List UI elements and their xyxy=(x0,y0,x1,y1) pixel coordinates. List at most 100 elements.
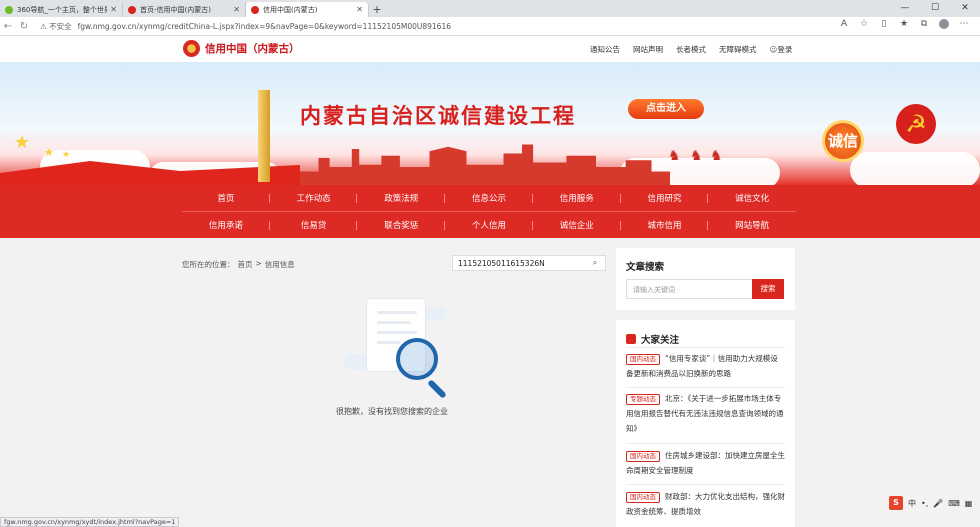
split-screen-icon[interactable]: ▯ xyxy=(878,19,890,32)
horse-icon: ♞ xyxy=(668,148,681,164)
status-bar-url: fgw.nmg.gov.cn/xynmg/xydt/index.jhtml?na… xyxy=(0,517,180,527)
back-arrow-icon[interactable]: ← xyxy=(0,21,16,32)
star-icon: ★ xyxy=(44,146,54,159)
integrity-seal: 诚信 xyxy=(822,120,864,162)
main-content: 您所在的位置： 首页 > 信用信息 11152105011615326N ⌕ 很… xyxy=(0,238,980,527)
profile-avatar[interactable] xyxy=(938,19,950,32)
nav-disclosure[interactable]: 信息公示 xyxy=(445,185,533,211)
new-tab-plus-icon[interactable]: + xyxy=(369,2,385,17)
breadcrumb-home[interactable]: 首页 xyxy=(238,259,253,270)
nav-joint-reward[interactable]: 联合奖惩 xyxy=(357,212,445,238)
enter-button[interactable]: 点击进入 xyxy=(628,99,704,119)
tab-title: 首页-信用中国(内蒙古) xyxy=(140,5,211,14)
nav-city-credit[interactable]: 城市信用 xyxy=(621,212,709,238)
breadcrumb: 您所在的位置： 首页 > 信用信息 xyxy=(182,259,295,270)
news-tag: 国内动态 xyxy=(626,492,660,503)
url-field[interactable]: ⚠ 不安全 fgw.nmg.gov.cn/xynmg/creditChina-L… xyxy=(40,21,451,32)
search-value: 11152105011615326N xyxy=(458,258,545,268)
hot-topics-title: 大家关注 xyxy=(626,332,679,346)
empty-state-illustration xyxy=(338,298,448,399)
favorites-icon[interactable]: ★ xyxy=(898,19,910,32)
browser-tab-bar: 360导航_一个主页，整个世界 ✕ 首页-信用中国(内蒙古) ✕ 信用中国(内蒙… xyxy=(0,0,980,17)
hot-topics-title-text: 大家关注 xyxy=(641,335,680,346)
nav-credit-service[interactable]: 信用服务 xyxy=(533,185,621,211)
divider xyxy=(626,443,785,444)
ime-menu-icon[interactable]: ▦ xyxy=(965,499,973,508)
logo-text: 信用中国（内蒙古） xyxy=(205,43,300,55)
nav-credit-loan[interactable]: 信易贷 xyxy=(270,212,358,238)
favorite-star-icon[interactable]: ☆ xyxy=(858,19,870,32)
news-item[interactable]: 国内动态 财政部：大力优化支出结构，强化财政资金统筹、提质增效 xyxy=(626,489,785,519)
keyboard-icon[interactable]: ⌨ xyxy=(948,499,960,508)
divider xyxy=(626,484,785,485)
tab-favicon-icon xyxy=(251,5,259,14)
nav-home[interactable]: 首页 xyxy=(182,185,270,211)
read-aloud-icon[interactable]: A xyxy=(838,19,850,32)
empty-message: 很抱歉，没有找到您搜索的企业 xyxy=(336,407,448,416)
more-menu-icon[interactable]: ⋯ xyxy=(958,19,970,32)
search-icon[interactable]: ⌕ xyxy=(590,258,600,268)
browser-tab-1[interactable]: 首页-信用中国(内蒙古) ✕ xyxy=(123,2,246,17)
party-emblem-icon: ☭ xyxy=(896,104,936,144)
article-search-input[interactable]: 请输入关键词 xyxy=(626,279,754,299)
news-tag: 国内动态 xyxy=(626,354,660,365)
link-statement[interactable]: 网站声明 xyxy=(633,44,663,55)
ime-toolbar: S 中 •, 🎤 ⌨ ▦ xyxy=(889,496,979,510)
article-search-panel: 文章搜索 请输入关键词 搜索 xyxy=(616,248,795,310)
close-icon[interactable]: ✕ xyxy=(110,5,117,14)
star-icon: ★ xyxy=(62,150,71,160)
breadcrumb-current[interactable]: 信用信息 xyxy=(265,259,295,270)
nav-policies[interactable]: 政策法规 xyxy=(357,185,445,211)
tab-favicon-icon xyxy=(128,5,136,14)
nav-work-news[interactable]: 工作动态 xyxy=(270,185,358,211)
pillar-decoration xyxy=(258,90,270,182)
link-accessibility[interactable]: 无障碍模式 xyxy=(719,44,757,55)
site-logo[interactable]: 信用中国（内蒙古） xyxy=(183,40,300,57)
news-item[interactable]: 专题动态 北京：《关于进一步拓展市场主体专用信用报告替代有无违法违规信息查询领域的… xyxy=(626,391,785,436)
nav-integrity-culture[interactable]: 诚信文化 xyxy=(708,185,796,211)
minimize-icon[interactable]: — xyxy=(890,0,920,17)
nav-integrity-enterprise[interactable]: 诚信企业 xyxy=(533,212,621,238)
nav-personal-credit[interactable]: 个人信用 xyxy=(445,212,533,238)
breadcrumb-label: 您所在的位置： xyxy=(182,260,235,269)
insecure-label: 不安全 xyxy=(49,21,72,31)
link-elder-mode[interactable]: 长者模式 xyxy=(676,44,706,55)
browser-tab-0[interactable]: 360导航_一个主页，整个世界 ✕ xyxy=(0,2,123,17)
link-notices[interactable]: 通知公告 xyxy=(590,44,620,55)
banner-title: 内蒙古自治区诚信建设工程 xyxy=(300,103,576,128)
login-link[interactable]: 登录 xyxy=(770,44,792,55)
nav-credit-pledge[interactable]: 信用承诺 xyxy=(182,212,270,238)
sogou-ime-icon[interactable]: S xyxy=(889,496,903,510)
nav-row-1: 首页 工作动态 政策法规 信息公示 信用服务 信用研究 诚信文化 xyxy=(182,185,796,212)
news-item[interactable]: 国内动态 “信用专家谈”｜信用助力大规模设备更新和消费品以旧换新的思路 xyxy=(626,351,785,381)
browser-tab-2[interactable]: 信用中国(内蒙古) ✕ xyxy=(246,2,369,17)
horse-icon: ♞ xyxy=(690,148,703,164)
address-bar: ← ↻ ⚠ 不安全 fgw.nmg.gov.cn/xynmg/creditChi… xyxy=(0,17,980,36)
microphone-icon[interactable]: 🎤 xyxy=(933,499,943,508)
collections-icon[interactable]: ⧉ xyxy=(918,19,930,32)
nav-site-guide[interactable]: 网站导航 xyxy=(708,212,796,238)
national-emblem-icon xyxy=(183,40,200,57)
cloud-decoration xyxy=(424,308,446,320)
ime-language[interactable]: 中 xyxy=(908,498,916,509)
news-tag: 专题动态 xyxy=(626,394,660,405)
magnifier-handle xyxy=(427,379,447,399)
nav-row-2: 信用承诺 信易贷 联合奖惩 个人信用 诚信企业 城市信用 网站导航 xyxy=(182,212,796,238)
news-item[interactable]: 国内动态 住房城乡建设部：加快建立房屋全生命周期安全管理制度 xyxy=(626,448,785,478)
magnifier-icon xyxy=(396,338,438,380)
skyline-decoration xyxy=(300,144,670,185)
ime-punctuation-icon[interactable]: •, xyxy=(921,499,928,508)
article-search-button[interactable]: 搜索 xyxy=(752,279,784,299)
reload-icon[interactable]: ↻ xyxy=(16,21,32,32)
close-icon[interactable]: ✕ xyxy=(356,5,363,14)
breadcrumb-separator: > xyxy=(255,259,262,268)
tab-title: 360导航_一个主页，整个世界 xyxy=(17,5,108,14)
close-icon[interactable]: ✕ xyxy=(233,5,240,14)
tab-title: 信用中国(内蒙古) xyxy=(263,5,318,14)
nav-credit-research[interactable]: 信用研究 xyxy=(621,185,709,211)
insecure-warning[interactable]: ⚠ 不安全 xyxy=(40,21,72,32)
enterprise-search-input[interactable]: 11152105011615326N ⌕ xyxy=(452,255,606,271)
tab-favicon-icon xyxy=(5,5,13,14)
close-window-icon[interactable]: ✕ xyxy=(950,0,980,17)
maximize-icon[interactable]: ☐ xyxy=(920,0,950,17)
